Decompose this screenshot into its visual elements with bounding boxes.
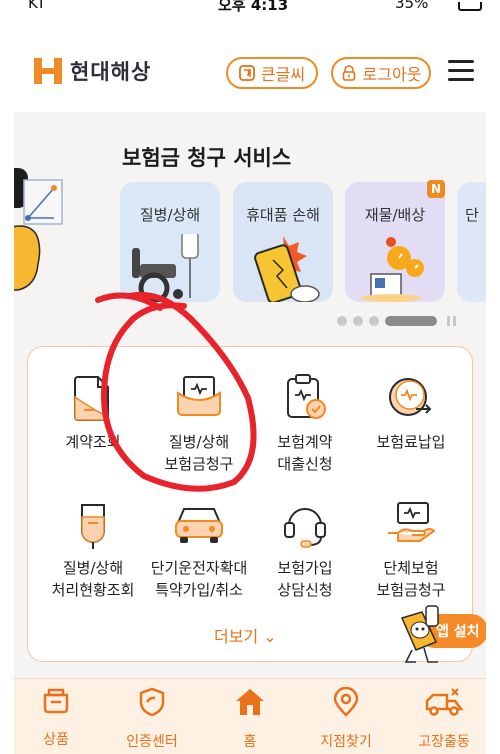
- app-install-button[interactable]: 앱 설치: [396, 600, 486, 666]
- nav-auth-center[interactable]: 인증센터: [104, 687, 200, 751]
- shield-icon: [139, 687, 165, 717]
- nav-label: 홈: [243, 734, 257, 750]
- menu-consultation[interactable]: 보험가입 상담신청: [251, 499, 359, 601]
- claim-card-label: 휴대품 손해: [246, 206, 320, 224]
- broken-phone-icon: [254, 236, 320, 302]
- hyundai-logo-icon: [34, 58, 62, 84]
- menu-label: 질병/상해 처리현황조회: [51, 559, 135, 599]
- carousel-dot-active[interactable]: [385, 316, 437, 326]
- menu-label: 단기운전자확대 특약가입/취소: [150, 559, 248, 599]
- nav-label: 고장출동: [418, 734, 470, 750]
- nav-find-branch[interactable]: 지점찾기: [298, 687, 394, 751]
- carousel-dot[interactable]: [369, 316, 379, 326]
- document-icon: [74, 376, 109, 421]
- claim-card-property[interactable]: 재물/배상: [345, 182, 445, 302]
- money-envelope-icon: [177, 376, 221, 416]
- more-button[interactable]: 더보기 ⌄: [214, 623, 277, 647]
- headset-icon: [284, 508, 326, 548]
- menu-label: 보험료납입: [376, 433, 446, 451]
- car-icon: [175, 508, 223, 543]
- iv-bag-icon: [81, 504, 105, 549]
- claim-card-label: 질병/상해: [139, 206, 201, 224]
- carousel-dot[interactable]: [337, 316, 347, 326]
- pause-icon[interactable]: [447, 316, 457, 326]
- menu-short-term-driver[interactable]: 단기운전자확대 특약가입/취소: [145, 499, 253, 601]
- chevron-down-icon: ⌄: [263, 627, 277, 646]
- menu-group-claim[interactable]: 단체보험 보험금청구: [357, 499, 465, 601]
- nav-label: 인증센터: [126, 734, 178, 750]
- main-content: 보험금 청구 서비스 질병/상해 휴대품 손해 N 재물/배상 단 계약조회 질…: [14, 112, 486, 678]
- menu-disease-claim[interactable]: 질병/상해 보험금청구: [145, 373, 253, 475]
- clipboard-money-icon: [287, 374, 326, 419]
- status-bar: KT 오후 4:13 35%: [0, 0, 500, 22]
- coin-arrow-icon: [389, 378, 432, 416]
- claim-card-disease[interactable]: 질병/상해: [120, 182, 220, 302]
- claim-service-title: 보험금 청구 서비스: [122, 146, 292, 170]
- brand-name[interactable]: 현대해상: [70, 56, 151, 86]
- clock: 오후 4:13: [218, 0, 289, 14]
- home-icon: [236, 689, 264, 715]
- bottom-navigation: 상품 인증센터 홈 지점찾기 고장출동: [14, 678, 486, 754]
- hamburger-menu-icon[interactable]: [448, 60, 474, 82]
- big-text-button[interactable]: 큰글씨: [226, 57, 318, 89]
- lock-icon: [342, 65, 355, 81]
- nav-label: 상품: [43, 732, 69, 748]
- logout-label: 로그아웃: [362, 65, 422, 84]
- menu-label: 보험가입 상담신청: [277, 559, 333, 599]
- big-text-icon: [239, 65, 255, 81]
- nav-home[interactable]: 홈: [202, 687, 298, 751]
- battery-percent: 35%: [395, 0, 429, 12]
- new-badge: N: [427, 180, 445, 198]
- illustration-hand-icon: [14, 168, 63, 291]
- menu-contract-inquiry[interactable]: 계약조회: [39, 373, 147, 453]
- claim-card-belongings[interactable]: 휴대품 손해: [233, 182, 333, 302]
- location-pin-icon: [333, 687, 359, 717]
- menu-label: 단체보험 보험금청구: [376, 559, 446, 599]
- big-text-label: 큰글씨: [260, 65, 306, 84]
- claim-card-partial[interactable]: 단: [457, 182, 486, 302]
- nav-label: 지점찾기: [320, 734, 372, 750]
- tow-truck-icon: [425, 688, 464, 716]
- menu-claim-status[interactable]: 질병/상해 처리현황조회: [39, 499, 147, 601]
- app-header: 현대해상 큰글씨 로그아웃: [14, 30, 486, 112]
- hand-money-icon: [388, 502, 436, 542]
- menu-label: 질병/상해 보험금청구: [164, 433, 234, 473]
- nav-products[interactable]: 상품: [8, 687, 104, 749]
- water-leak-icon: [361, 237, 424, 302]
- carousel-dot[interactable]: [353, 316, 363, 326]
- wheelchair-icon: [132, 234, 199, 302]
- menu-label: 보험계약 대출신청: [277, 433, 333, 473]
- claim-card-label: 재물/배상: [364, 206, 426, 224]
- menu-premium-payment[interactable]: 보험료납입: [357, 373, 465, 453]
- menu-label: 계약조회: [65, 433, 121, 451]
- battery-icon: [458, 2, 482, 11]
- nav-breakdown-service[interactable]: 고장출동: [396, 687, 492, 751]
- claim-card-label: 단: [465, 206, 479, 224]
- product-box-icon: [43, 688, 69, 714]
- menu-loan-application[interactable]: 보험계약 대출신청: [251, 373, 359, 475]
- mascot-phone-icon: [400, 605, 439, 663]
- logout-button[interactable]: 로그아웃: [331, 57, 431, 89]
- carrier-label: KT: [28, 0, 46, 12]
- more-label: 더보기: [214, 627, 259, 646]
- carousel-indicator[interactable]: [337, 316, 457, 326]
